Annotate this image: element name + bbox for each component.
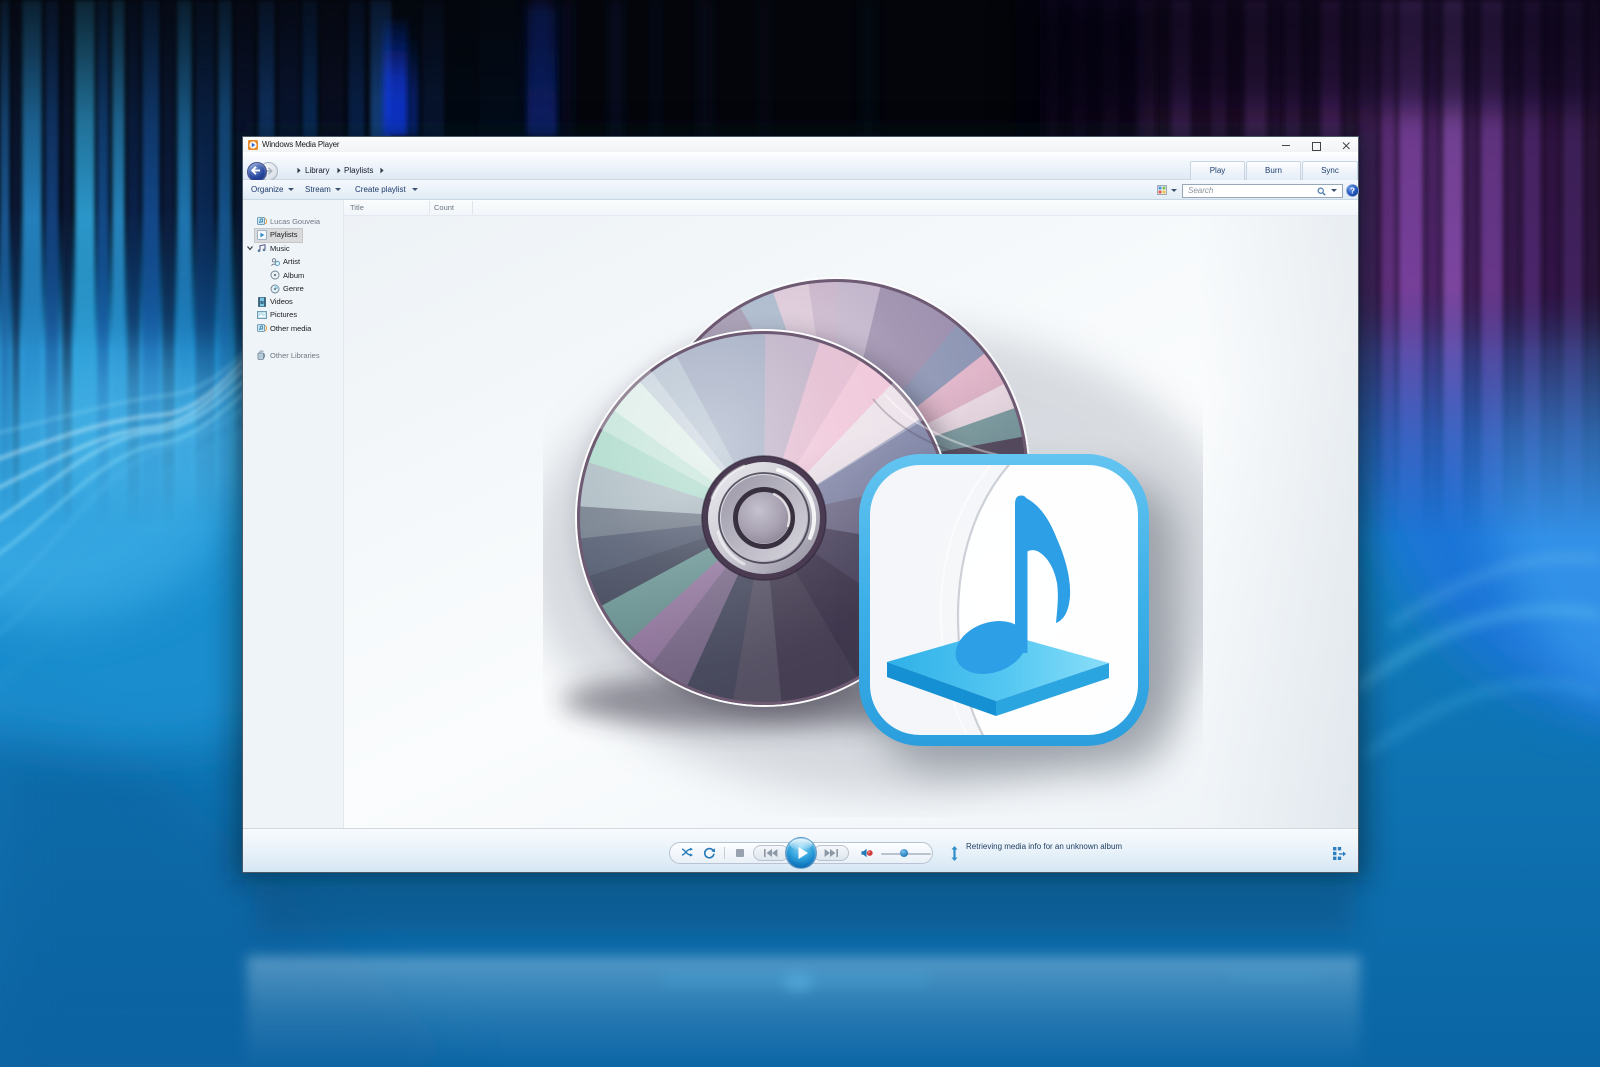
svg-text:?: ?: [1350, 186, 1355, 195]
